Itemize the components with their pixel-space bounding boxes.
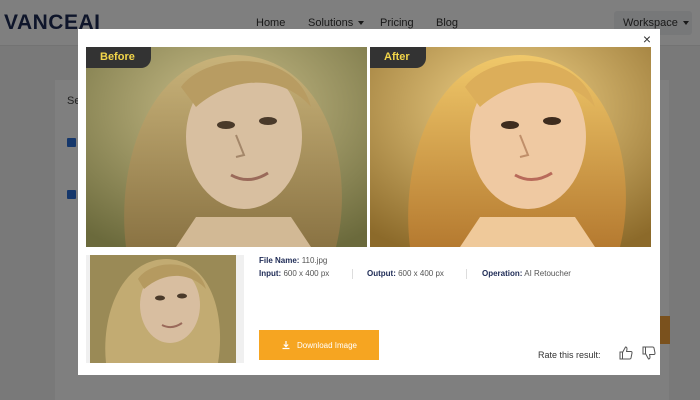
after-photo <box>370 47 651 247</box>
operation-value: AI Retoucher <box>524 269 571 278</box>
file-name-value: 110.jpg <box>301 256 328 265</box>
after-image: After <box>370 47 651 247</box>
result-modal: × Before After File Name: 110.jpg Input:… <box>78 29 660 375</box>
operation-label: Operation: <box>482 269 523 278</box>
output-label: Output: <box>367 269 396 278</box>
divider <box>352 269 353 279</box>
close-icon[interactable]: × <box>639 31 655 47</box>
input-row: Input: 600 x 400 px <box>259 269 329 278</box>
rate-label: Rate this result: <box>538 350 601 360</box>
download-image-button[interactable]: Download Image <box>259 330 379 360</box>
download-icon <box>282 341 290 350</box>
before-photo <box>86 47 367 247</box>
before-image: Before <box>86 47 367 247</box>
thumbnail-image <box>86 255 244 363</box>
file-name-label: File Name: <box>259 256 300 265</box>
divider <box>466 269 467 279</box>
output-row: Output: 600 x 400 px <box>367 269 444 278</box>
output-value: 600 x 400 px <box>398 269 444 278</box>
thumbnail-photo <box>86 255 244 363</box>
thumbs-down-icon[interactable] <box>641 345 657 361</box>
operation-row: Operation: AI Retoucher <box>482 269 571 278</box>
before-tag: Before <box>86 47 151 68</box>
input-value: 600 x 400 px <box>283 269 330 278</box>
after-tag: After <box>370 47 426 68</box>
download-label: Download Image <box>296 340 358 350</box>
thumbs-up-icon[interactable] <box>618 345 634 361</box>
input-label: Input: <box>259 269 282 278</box>
file-name-row: File Name: 110.jpg <box>259 256 327 265</box>
